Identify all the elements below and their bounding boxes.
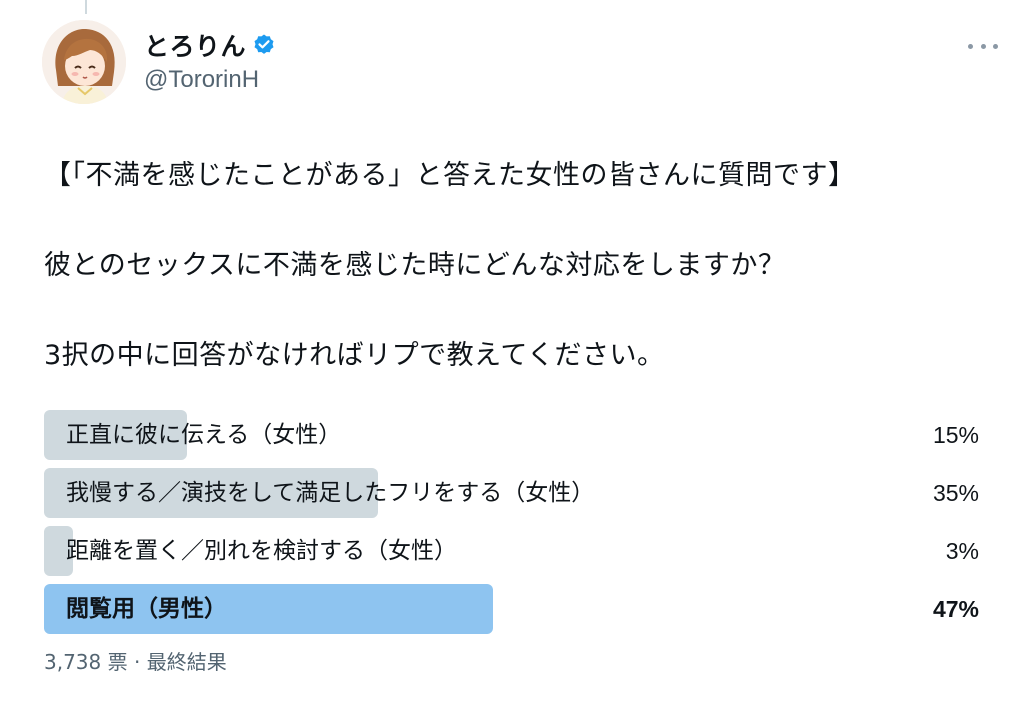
poll-option-label: 閲覧用（男性）: [66, 596, 227, 622]
display-name-row: とろりん: [144, 28, 276, 62]
poll-option-label: 距離を置く／別れを検討する（女性）: [66, 538, 457, 564]
thread-connector-line: [85, 0, 87, 14]
poll-footer: 3,738 票 · 最終結果: [44, 646, 227, 675]
avatar-illustration: [42, 20, 126, 104]
avatar[interactable]: [42, 20, 126, 104]
poll-option-percent: 47%: [932, 596, 979, 622]
poll-option[interactable]: 距離を置く／別れを検討する（女性） 3%: [44, 526, 979, 576]
poll-option[interactable]: 正直に彼に伝える（女性） 15%: [44, 410, 979, 460]
user-info: とろりん @TororinH: [144, 28, 276, 94]
poll-option-percent: 15%: [932, 422, 979, 448]
poll-option-percent: 35%: [932, 480, 979, 506]
more-dot: [993, 43, 998, 49]
verified-badge-icon: [252, 33, 276, 57]
more-options-icon[interactable]: [968, 36, 998, 56]
tweet-text-line: 彼とのセックスに不満を感じた時にどんな対応をしますか？: [44, 250, 786, 281]
poll-option[interactable]: 閲覧用（男性） 47%: [44, 584, 979, 634]
more-dot: [968, 43, 973, 49]
display-name[interactable]: とろりん: [144, 27, 246, 63]
tweet-text-line: 【「不満を感じたことがある」と答えた女性の皆さんに質問です】: [44, 160, 856, 191]
poll-option-label: 我慢する／演技をして満足したフリをする（女性）: [66, 480, 595, 506]
more-dot: [980, 43, 986, 49]
poll-vote-count: 3,738 票: [44, 650, 128, 674]
poll-status: 最終結果: [146, 650, 227, 674]
poll-option-label: 正直に彼に伝える（女性）: [66, 422, 342, 448]
tweet-card: とろりん @TororinH 【「不満を感じたことがある」と答えた女性の皆さんに…: [0, 0, 1024, 709]
tweet-text-line: 3択の中に回答がなければリプで教えてください。: [44, 340, 665, 371]
poll: 正直に彼に伝える（女性） 15% 我慢する／演技をして満足したフリをする（女性）…: [44, 410, 979, 642]
user-handle[interactable]: @TororinH: [144, 66, 276, 94]
poll-option-percent: 3%: [945, 538, 979, 564]
poll-option[interactable]: 我慢する／演技をして満足したフリをする（女性） 35%: [44, 468, 979, 518]
poll-separator: ·: [133, 650, 141, 674]
